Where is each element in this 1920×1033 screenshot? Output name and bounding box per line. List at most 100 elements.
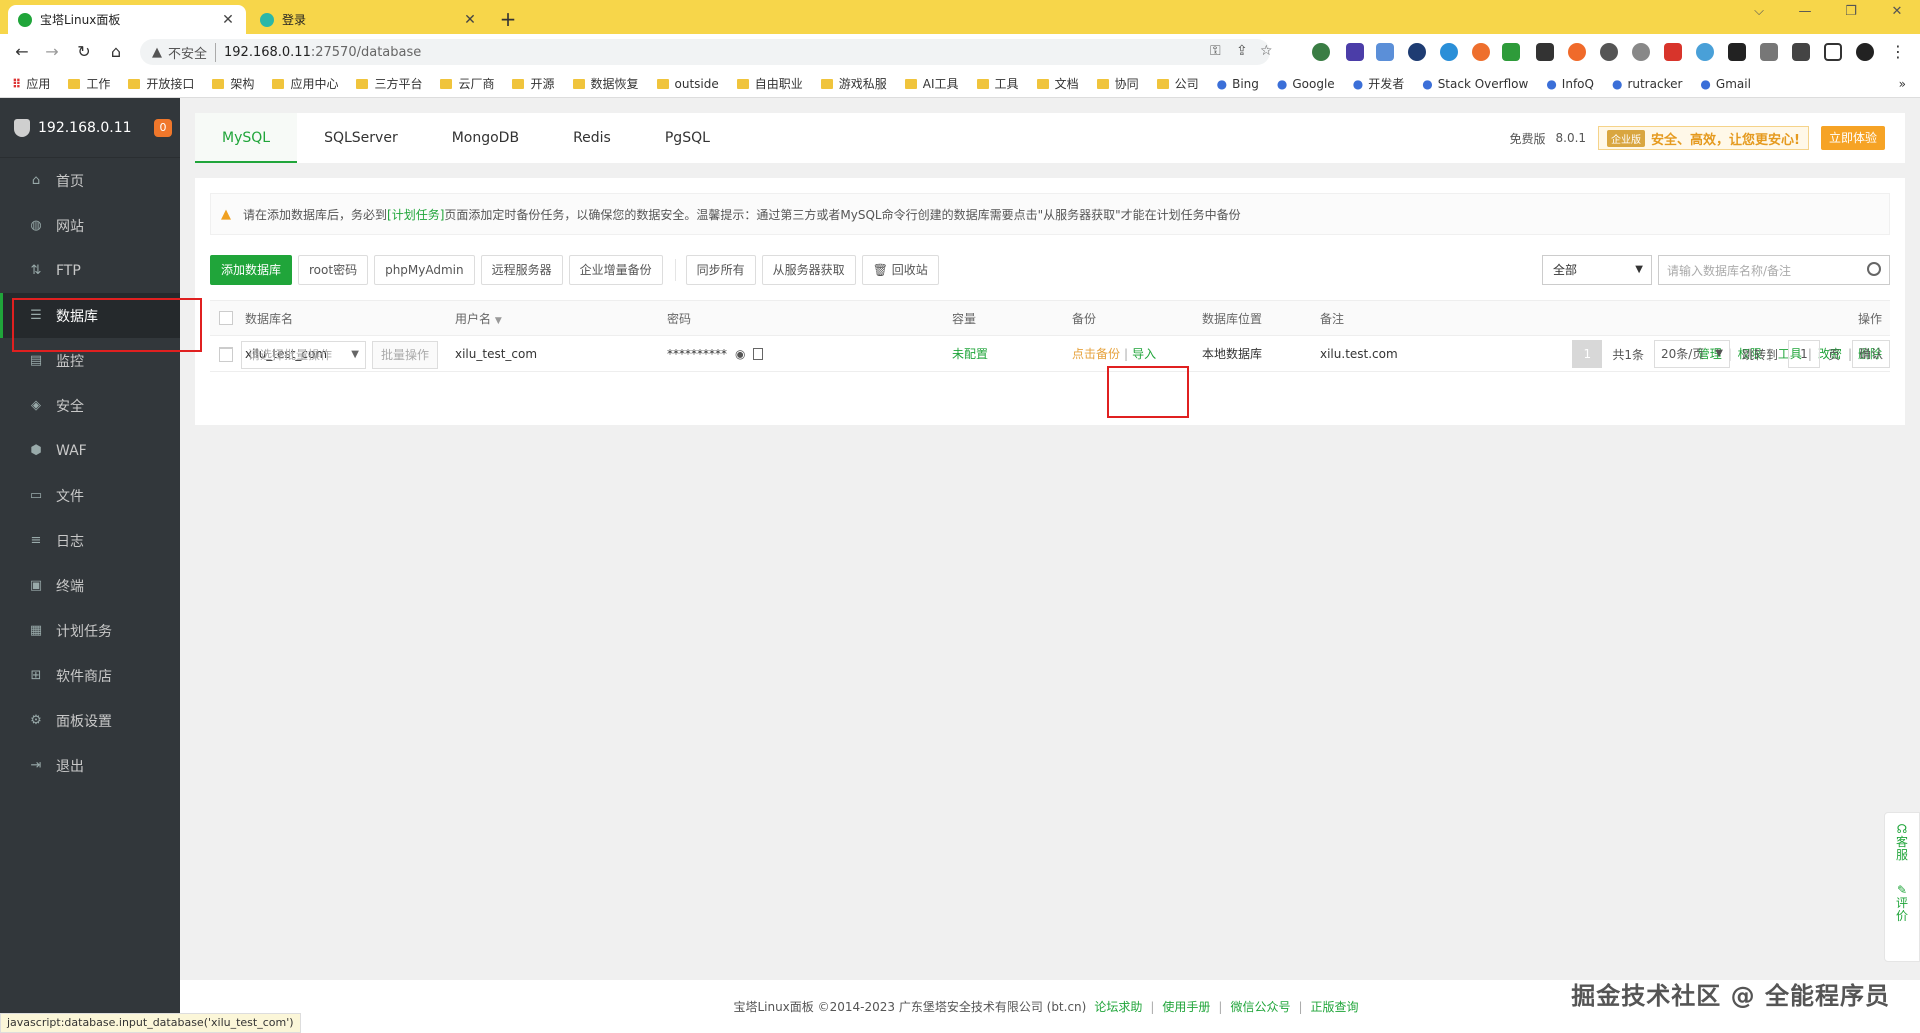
recycle-bin-button[interactable]: 🗑 回收站 <box>861 255 939 285</box>
goto-confirm-button[interactable]: 确认 <box>1851 340 1890 368</box>
extension-21-icon[interactable] <box>1346 43 1364 61</box>
sidebar-item-globe[interactable]: ◍ 网站 <box>0 203 180 248</box>
restore-button[interactable]: ❐ <box>1836 4 1866 19</box>
goto-page-input[interactable]: 1 <box>1787 340 1820 368</box>
close-tab-icon[interactable]: ✕ <box>462 12 478 28</box>
search-icon[interactable] <box>1867 262 1881 276</box>
bookmarks-overflow-icon[interactable]: » <box>1899 77 1906 91</box>
enterprise-promo[interactable]: 企业版 安全、高效，让您更安心! <box>1598 126 1809 150</box>
reload-icon[interactable]: ↻ <box>74 42 94 62</box>
header-db-name[interactable]: 数据库名 <box>245 310 455 327</box>
kebab-menu-icon[interactable]: ⋮ <box>1888 42 1908 62</box>
bookmark-item[interactable]: ● Google <box>1277 77 1335 91</box>
new-tab-button[interactable]: + <box>496 7 520 31</box>
extension-dark-icon[interactable] <box>1728 43 1746 61</box>
bookmark-item[interactable]: 开放接口 <box>128 75 194 92</box>
sidepanel-icon[interactable] <box>1824 43 1842 61</box>
sidebar-item-terminal[interactable]: ▣ 终端 <box>0 563 180 608</box>
back-arrow-icon[interactable]: ← <box>12 42 32 62</box>
bookmark-item[interactable]: 三方平台 <box>356 75 422 92</box>
close-window-button[interactable]: ✕ <box>1882 4 1912 19</box>
forward-arrow-icon[interactable]: → <box>42 42 62 62</box>
browser-tab-active[interactable]: 宝塔Linux面板 ✕ <box>8 5 246 34</box>
feedback-button[interactable]: ✎ 评价 <box>1895 884 1909 923</box>
add-database-button[interactable]: 添加数据库 <box>210 255 293 285</box>
db-filter-select[interactable]: 全部 ▼ <box>1542 255 1652 285</box>
minimize-button[interactable]: — <box>1790 4 1820 19</box>
close-tab-icon[interactable]: ✕ <box>220 12 236 28</box>
sidebar-item-store[interactable]: ⊞ 软件商店 <box>0 653 180 698</box>
bookmark-item[interactable]: 数据恢复 <box>572 75 639 92</box>
bookmark-item[interactable]: 公司 <box>1156 75 1199 92</box>
customer-service-button[interactable]: ☊ 客服 <box>1895 823 1909 862</box>
bookmark-item[interactable]: 自由职业 <box>736 75 803 92</box>
bookmark-item[interactable]: 架构 <box>212 75 254 92</box>
sidebar-item-waf[interactable]: ⬢ WAF <box>0 428 180 473</box>
bookmark-item[interactable]: 工具 <box>976 75 1019 92</box>
key-icon[interactable]: ⚿ <box>1210 43 1221 59</box>
extension-x-icon[interactable] <box>1536 43 1554 61</box>
extension-flame-icon[interactable] <box>1568 43 1586 61</box>
home-icon[interactable]: ⌂ <box>106 42 126 62</box>
star-icon[interactable]: ☆ <box>1260 43 1273 59</box>
extension-globe-icon[interactable] <box>1312 43 1330 61</box>
header-username[interactable]: 用户名 ▼ <box>455 310 667 327</box>
tab-redis[interactable]: Redis <box>546 113 638 163</box>
batch-checkbox[interactable] <box>219 348 233 362</box>
sidebar-item-logout[interactable]: ⇥ 退出 <box>0 743 180 788</box>
sidebar-item-schedule[interactable]: ▦ 计划任务 <box>0 608 180 653</box>
bookmark-item[interactable]: 工作 <box>68 75 110 92</box>
tab-pgsql[interactable]: PgSQL <box>638 113 737 163</box>
batch-action-button[interactable]: 批量操作 <box>372 341 439 369</box>
sidebar-item-shield[interactable]: ◈ 安全 <box>0 383 180 428</box>
tab-mongodb[interactable]: MongoDB <box>425 113 546 163</box>
sync-all-button[interactable]: 同步所有 <box>685 255 756 285</box>
share-icon[interactable]: ⇪ <box>1236 43 1248 59</box>
extension-bird-icon[interactable] <box>1696 43 1714 61</box>
bookmark-item[interactable]: 协同 <box>1096 75 1139 92</box>
enterprise-backup-button[interactable]: 企业增量备份 <box>568 255 663 285</box>
per-page-select[interactable]: 20条/页 ▼ <box>1653 340 1730 368</box>
db-search-input[interactable]: 请输入数据库名称/备注 <box>1658 255 1890 285</box>
bookmark-item[interactable]: 开源 <box>512 75 555 92</box>
tab-search-icon[interactable]: ⌵ <box>1744 4 1774 19</box>
puzzle-icon[interactable] <box>1792 43 1810 61</box>
schedule-task-link[interactable]: [计划任务] <box>387 206 444 223</box>
select-all-checkbox[interactable] <box>219 311 233 325</box>
extension-v-icon[interactable] <box>1760 43 1778 61</box>
extension-layers-icon[interactable] <box>1376 43 1394 61</box>
phpmyadmin-button[interactable]: phpMyAdmin <box>374 255 475 285</box>
extension-gauge-icon[interactable] <box>1600 43 1618 61</box>
bookmark-item[interactable]: outside <box>656 77 719 91</box>
forum-link[interactable]: 论坛求助 <box>1094 998 1142 1015</box>
page-current[interactable]: 1 <box>1572 340 1603 368</box>
bookmark-item[interactable]: ● Stack Overflow <box>1422 77 1528 91</box>
extension-gear-icon[interactable] <box>1632 43 1650 61</box>
extension-check-icon[interactable] <box>1408 43 1426 61</box>
bookmark-item[interactable]: ● rutracker <box>1612 77 1682 91</box>
bookmark-item[interactable]: ● InfoQ <box>1546 77 1594 91</box>
bookmark-item[interactable]: AI工具 <box>904 75 959 92</box>
wechat-link[interactable]: 微信公众号 <box>1230 998 1290 1015</box>
bookmark-item[interactable]: ● 开发者 <box>1353 75 1405 92</box>
browser-tab-login[interactable]: 登录 ✕ <box>250 5 488 34</box>
avatar[interactable] <box>1856 43 1874 61</box>
bookmark-item[interactable]: 文档 <box>1036 75 1079 92</box>
remote-server-button[interactable]: 远程服务器 <box>480 255 563 285</box>
sidebar-item-home[interactable]: ⌂ 首页 <box>0 158 180 203</box>
extension-orange-icon[interactable] <box>1472 43 1490 61</box>
sidebar-item-settings[interactable]: ⚙ 面板设置 <box>0 698 180 743</box>
notification-badge[interactable]: 0 <box>154 118 172 137</box>
bookmark-item[interactable]: ● Bing <box>1217 77 1259 91</box>
license-link[interactable]: 正版查询 <box>1311 998 1359 1015</box>
tab-mysql[interactable]: MySQL <box>195 113 298 163</box>
bookmark-item[interactable]: ● Gmail <box>1700 77 1751 91</box>
extension-edge-icon[interactable] <box>1440 43 1458 61</box>
bookmark-item[interactable]: 云厂商 <box>440 75 494 92</box>
fetch-from-server-button[interactable]: 从服务器获取 <box>761 255 856 285</box>
try-now-button[interactable]: 立即体验 <box>1820 126 1885 150</box>
sidebar-item-folder[interactable]: ▭ 文件 <box>0 473 180 518</box>
tab-sqlserver[interactable]: SQLServer <box>297 113 425 163</box>
root-password-button[interactable]: root密码 <box>298 255 369 285</box>
bookmark-item[interactable]: 游戏私服 <box>820 75 887 92</box>
